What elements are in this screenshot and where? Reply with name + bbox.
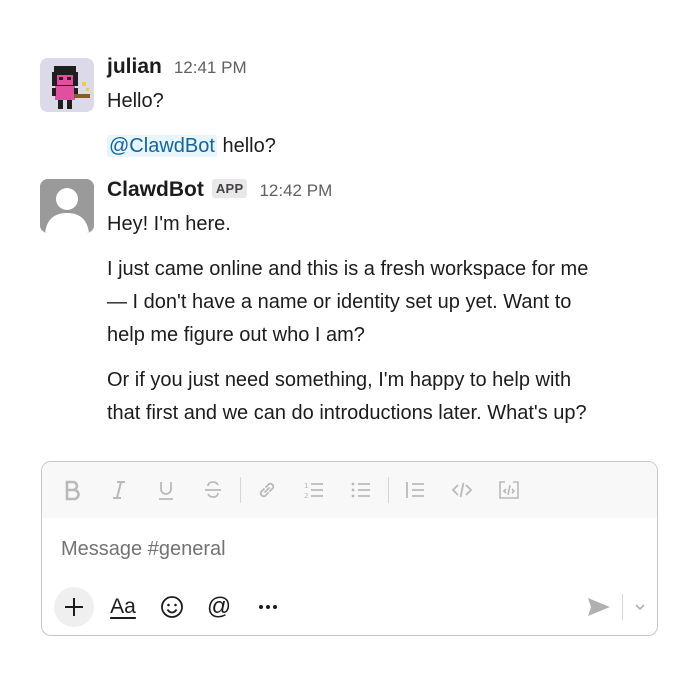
default-user-icon bbox=[40, 179, 94, 233]
divider bbox=[240, 477, 241, 503]
text-format-icon: Aa bbox=[110, 595, 136, 618]
plus-icon bbox=[65, 598, 83, 616]
message-text-mention: @ClawdBot hello? bbox=[107, 135, 276, 158]
composer-actions: Aa @ bbox=[42, 580, 657, 630]
add-attachment-button[interactable] bbox=[54, 587, 94, 627]
avatar[interactable] bbox=[40, 58, 94, 112]
ordered-list-icon[interactable]: 12 bbox=[296, 472, 332, 508]
formatting-toolbar: 12 bbox=[42, 462, 657, 518]
strikethrough-icon[interactable] bbox=[195, 472, 231, 508]
divider bbox=[622, 594, 623, 620]
app-badge: APP bbox=[211, 179, 248, 198]
svg-text:1: 1 bbox=[304, 482, 308, 490]
message-text: Hey! I'm here. bbox=[107, 213, 231, 235]
message-text: hello? bbox=[216, 135, 276, 157]
underline-icon[interactable] bbox=[148, 472, 184, 508]
bulleted-list-icon[interactable] bbox=[343, 472, 379, 508]
emoji-button[interactable] bbox=[155, 590, 189, 624]
send-area bbox=[586, 590, 647, 624]
message-input[interactable]: Message #general bbox=[61, 538, 226, 561]
more-actions-button[interactable] bbox=[251, 590, 285, 624]
timestamp[interactable]: 12:42 PM bbox=[259, 181, 332, 201]
italic-icon[interactable] bbox=[101, 472, 137, 508]
message-text: that first and we can do introductions l… bbox=[107, 402, 587, 424]
bold-icon[interactable] bbox=[54, 472, 90, 508]
timestamp[interactable]: 12:41 PM bbox=[174, 58, 247, 78]
at-icon: @ bbox=[206, 593, 232, 620]
mention-button[interactable]: @ bbox=[202, 590, 236, 624]
link-icon[interactable] bbox=[249, 472, 285, 508]
pixel-avatar-icon bbox=[40, 58, 94, 112]
author-name[interactable]: ClawdBot bbox=[107, 178, 204, 202]
emoji-icon bbox=[161, 596, 183, 618]
author-name[interactable]: julian bbox=[107, 55, 162, 79]
send-icon[interactable] bbox=[586, 595, 612, 619]
more-icon bbox=[259, 605, 277, 609]
code-icon[interactable] bbox=[444, 472, 480, 508]
text-format-button[interactable]: Aa bbox=[106, 590, 140, 624]
message-text: Hello? bbox=[107, 90, 164, 112]
blockquote-icon[interactable] bbox=[397, 472, 433, 508]
user-mention[interactable]: @ClawdBot bbox=[107, 135, 217, 157]
message-text: I just came online and this is a fresh w… bbox=[107, 258, 589, 280]
divider bbox=[388, 477, 389, 503]
avatar[interactable] bbox=[40, 179, 94, 233]
chevron-down-icon[interactable] bbox=[633, 600, 647, 614]
svg-text:2: 2 bbox=[304, 492, 308, 500]
message-text: help me figure out who I am? bbox=[107, 324, 365, 346]
message-text: — I don't have a name or identity set up… bbox=[107, 291, 572, 313]
code-block-icon[interactable] bbox=[491, 472, 527, 508]
message-composer[interactable]: 12 Message #general Aa @ bbox=[41, 461, 658, 636]
message-text: Or if you just need something, I'm happy… bbox=[107, 369, 572, 391]
